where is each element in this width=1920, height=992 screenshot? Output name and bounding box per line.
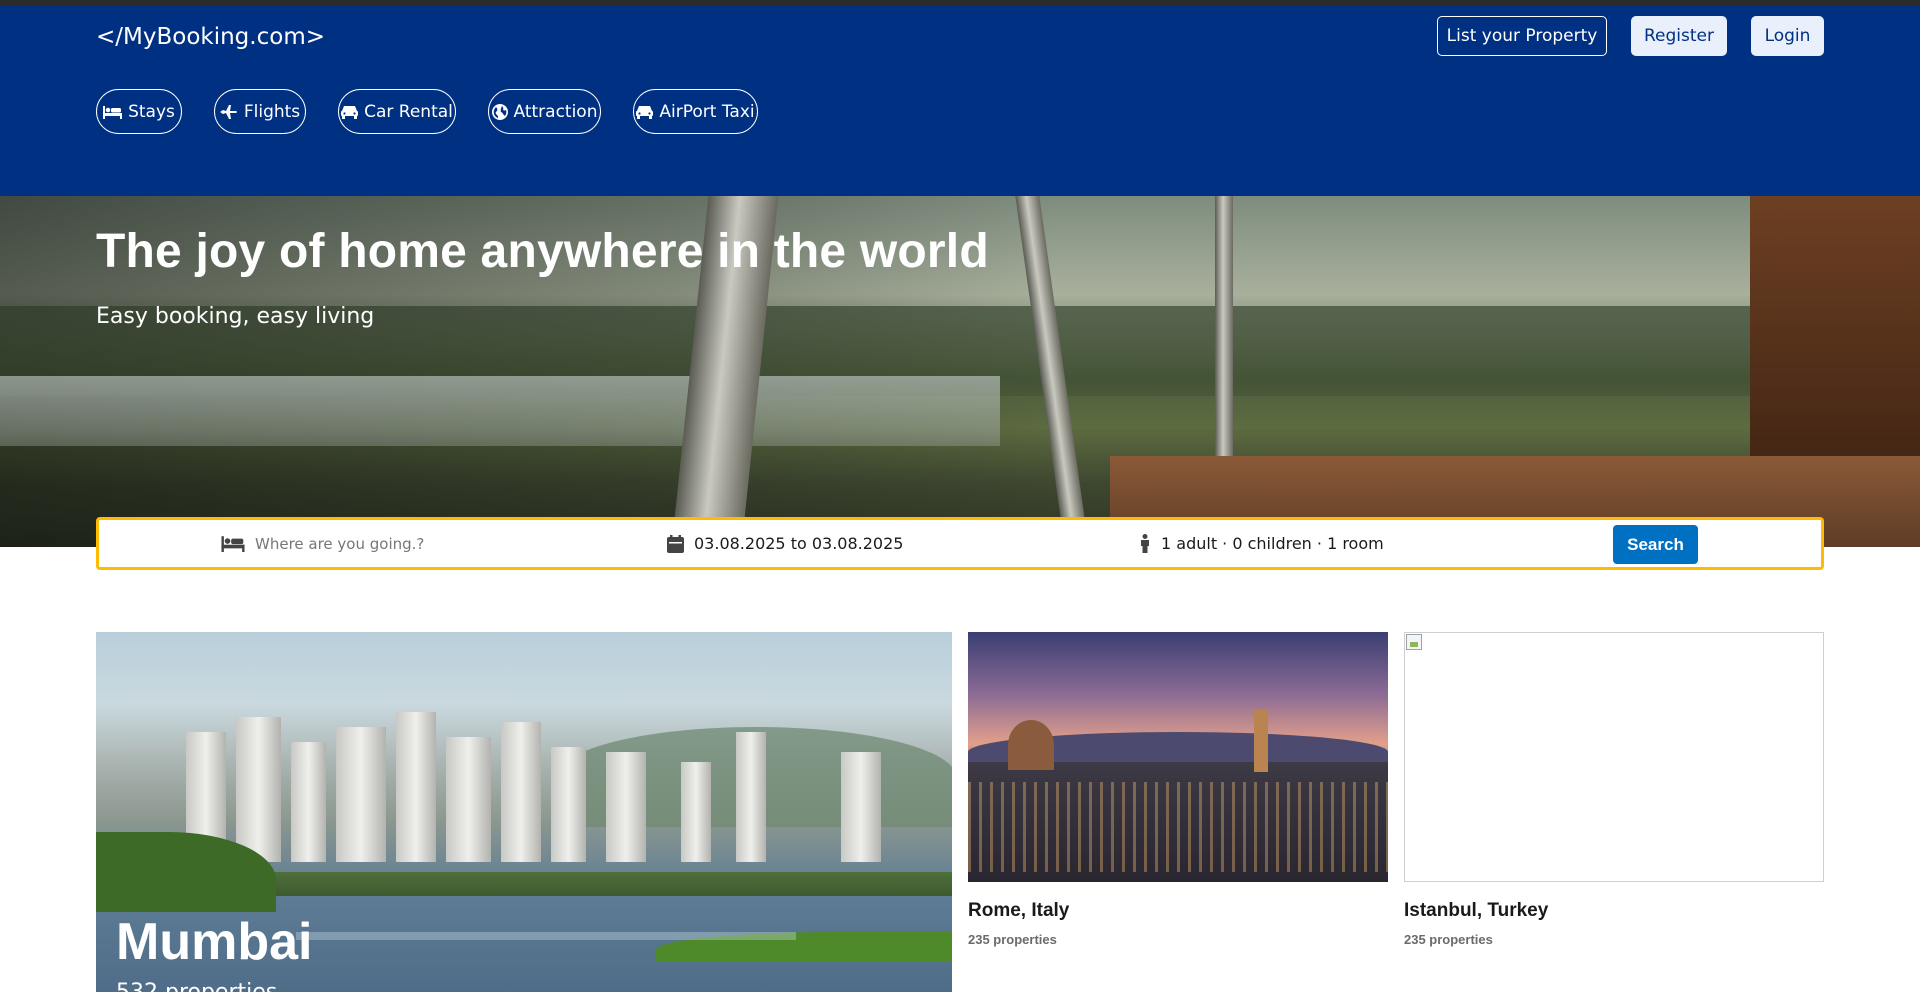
taxi-icon (636, 105, 654, 119)
destination-name: Mumbai (116, 913, 313, 971)
bed-icon (221, 535, 245, 552)
guests-text: 1 adult · 0 children · 1 room (1161, 534, 1384, 553)
mumbai-building (396, 712, 436, 862)
broken-image-icon (1406, 634, 1422, 650)
guests-field[interactable]: 1 adult · 0 children · 1 room (1139, 520, 1384, 567)
nav-label: AirPort Taxi (659, 101, 755, 122)
nav-label: Car Rental (364, 101, 453, 122)
list-property-button[interactable]: List your Property (1437, 16, 1607, 56)
destination-field[interactable] (221, 520, 485, 567)
hero-cabin (1750, 196, 1920, 496)
destination-name[interactable]: Istanbul, Turkey (1404, 900, 1548, 922)
calendar-icon (667, 534, 684, 553)
destination-count: 532 properties (116, 980, 277, 992)
car-icon (341, 105, 359, 119)
site-header: </MyBooking.com> List your Property Regi… (0, 5, 1920, 196)
nav-car-rental[interactable]: Car Rental (338, 89, 456, 134)
destination-card-mumbai[interactable]: Mumbai 532 properties (96, 632, 952, 992)
mumbai-building (336, 727, 386, 862)
destination-input[interactable] (255, 534, 485, 553)
person-icon (1139, 534, 1151, 553)
search-button[interactable]: Search (1613, 525, 1698, 564)
destination-image-rome[interactable] (968, 632, 1388, 882)
rome-dome (1008, 720, 1054, 770)
mumbai-water (296, 932, 796, 940)
date-range-text: 03.08.2025 to 03.08.2025 (694, 534, 904, 553)
mumbai-building (736, 732, 766, 862)
site-logo[interactable]: </MyBooking.com> (96, 24, 325, 50)
nav-airport-taxi[interactable]: AirPort Taxi (633, 89, 758, 134)
nav-stays[interactable]: Stays (96, 89, 182, 134)
mumbai-building (551, 747, 586, 862)
destination-count: 235 properties (1404, 932, 1493, 947)
nav-label: Flights (243, 101, 301, 122)
mumbai-building (681, 762, 711, 862)
globe-icon (491, 103, 508, 120)
register-button[interactable]: Register (1631, 16, 1727, 56)
mumbai-building (501, 722, 541, 862)
login-button[interactable]: Login (1751, 16, 1824, 56)
destination-count: 235 properties (968, 932, 1057, 947)
mumbai-building (236, 717, 281, 862)
nav-label: Attraction (513, 101, 598, 122)
nav-flights[interactable]: Flights (214, 89, 306, 134)
destination-image-istanbul[interactable] (1404, 632, 1824, 882)
hero-title: The joy of home anywhere in the world (96, 225, 989, 278)
plane-icon (219, 104, 238, 120)
nav-attraction[interactable]: Attraction (488, 89, 601, 134)
rome-tower (1254, 710, 1268, 772)
hero-subtitle: Easy booking, easy living (96, 304, 375, 329)
date-field[interactable]: 03.08.2025 to 03.08.2025 (667, 520, 903, 567)
nav-label: Stays (128, 101, 175, 122)
hero-lake (0, 376, 1000, 446)
mumbai-building (841, 752, 881, 862)
mumbai-building (446, 737, 491, 862)
rome-lights (968, 782, 1388, 872)
mumbai-building (291, 742, 326, 862)
destination-name[interactable]: Rome, Italy (968, 900, 1069, 922)
search-bar: 03.08.2025 to 03.08.2025 1 adult · 0 chi… (96, 517, 1824, 570)
mumbai-building (606, 752, 646, 862)
bed-icon (103, 105, 123, 119)
